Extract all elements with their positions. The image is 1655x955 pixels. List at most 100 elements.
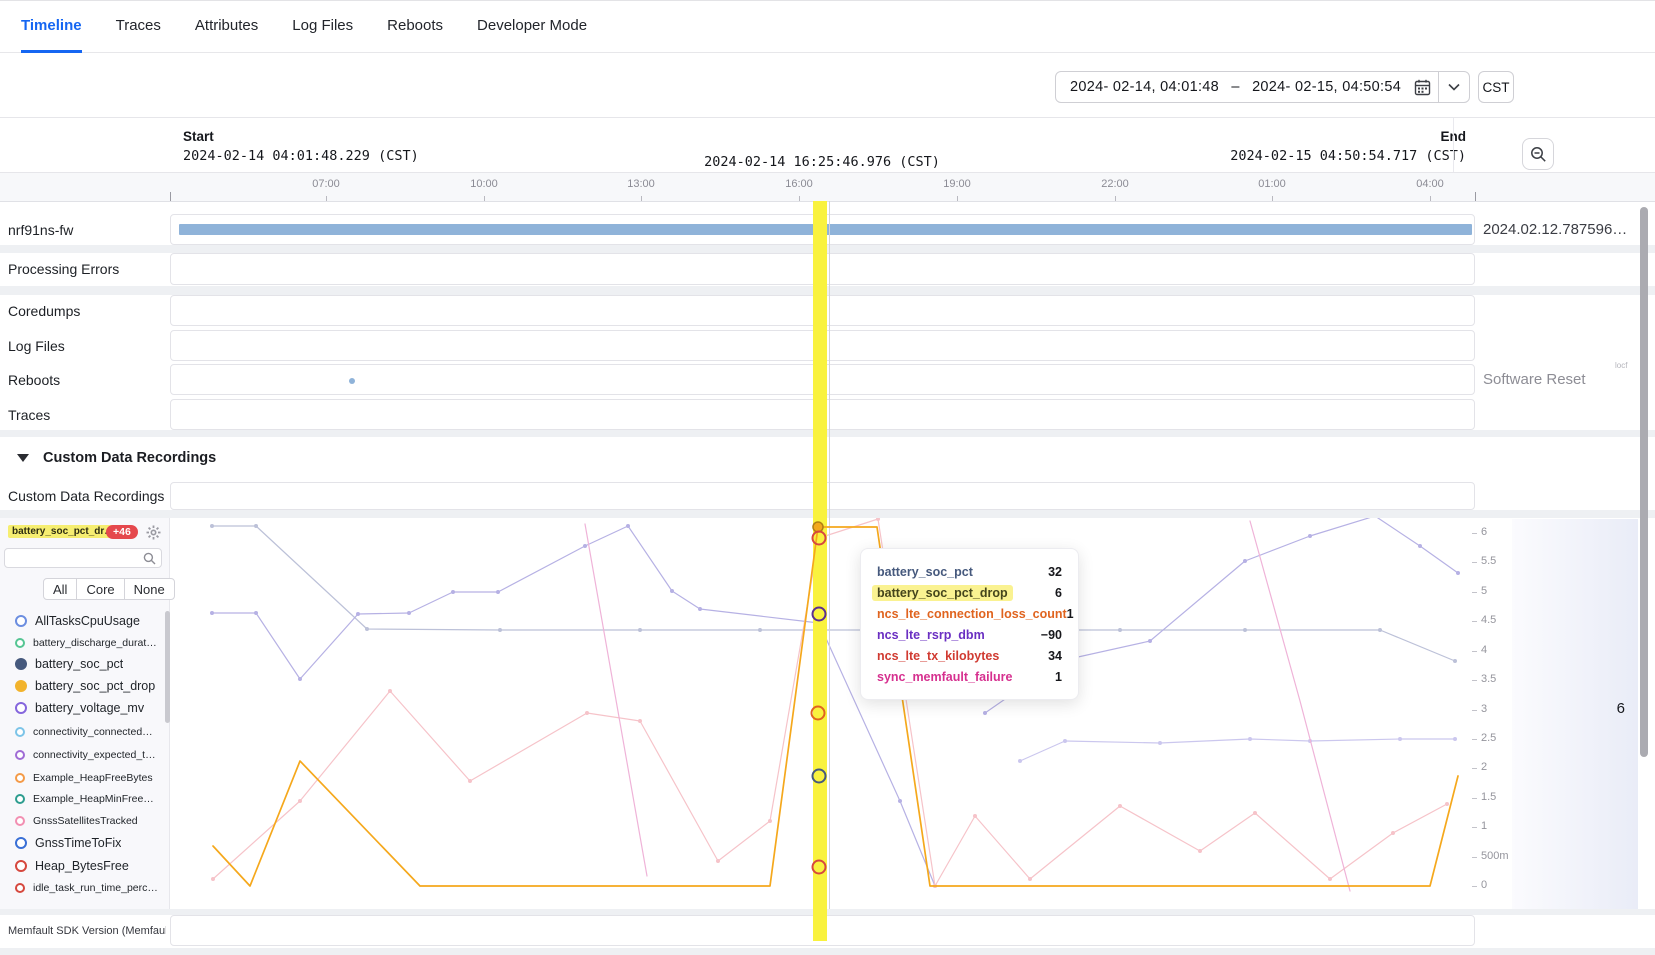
legend-label: GnssTimeToFix bbox=[35, 836, 121, 850]
legend-label: Example_HeapFreeBytes bbox=[33, 772, 153, 784]
filter-button-core[interactable]: Core bbox=[76, 578, 124, 600]
filter-button-none[interactable]: None bbox=[124, 578, 175, 600]
legend-item-connectivity-expected-t[interactable]: connectivity_expected_t… bbox=[0, 744, 162, 766]
metric-search[interactable] bbox=[4, 548, 162, 568]
legend-item-gnsstimetofix[interactable]: GnssTimeToFix bbox=[0, 832, 162, 854]
axis-tick-label: 04:00 bbox=[1408, 178, 1452, 190]
y-tick-label: 5.5 bbox=[1481, 555, 1496, 567]
tooltip-rows: battery_soc_pct32battery_soc_pct_drop6nc… bbox=[877, 561, 1062, 687]
legend-item-battery-discharge-durat[interactable]: battery_discharge_durat… bbox=[0, 632, 162, 654]
selected-metric-chip[interactable]: battery_soc_pct_dr… bbox=[8, 525, 118, 538]
date-range-text[interactable]: 2024- 02-14, 04:01:48 – 2024- 02-15, 04:… bbox=[1056, 79, 1406, 95]
filter-button-all[interactable]: All bbox=[43, 578, 77, 600]
legend-label: connectivity_connected… bbox=[33, 726, 153, 738]
y-tick-label: 5 bbox=[1481, 585, 1487, 597]
tooltip-metric-label: battery_soc_pct bbox=[877, 565, 973, 579]
section-title: Custom Data Recordings bbox=[43, 450, 216, 466]
y-tick-label: 1 bbox=[1481, 820, 1487, 832]
tab-log-files[interactable]: Log Files bbox=[292, 1, 353, 53]
date-range-end: 2024- 02-15, 04:50:54 bbox=[1252, 79, 1401, 95]
cursor-marker-ring bbox=[813, 861, 826, 874]
start-label: Start bbox=[183, 129, 419, 144]
legend-circle-icon bbox=[15, 702, 27, 714]
date-range-picker[interactable]: 2024- 02-14, 04:01:48 – 2024- 02-15, 04:… bbox=[1055, 71, 1470, 103]
row-label-coredumps: Coredumps bbox=[8, 295, 80, 326]
row-value-reboots: Software Reset bbox=[1483, 364, 1586, 395]
legend-item-idle-task-run-time-perc[interactable]: idle_task_run_time_perc… bbox=[0, 877, 162, 899]
row-group-gap bbox=[0, 286, 1655, 295]
start-time: 2024-02-14 04:01:48.229 (CST) bbox=[183, 148, 419, 164]
row-label-traces: Traces bbox=[8, 399, 50, 430]
legend-item-connectivity-connected[interactable]: connectivity_connected… bbox=[0, 721, 162, 743]
tab-reboots[interactable]: Reboots bbox=[387, 1, 443, 53]
collapse-triangle-icon[interactable] bbox=[17, 454, 29, 462]
date-range-start: 2024- 02-14, 04:01:48 bbox=[1070, 79, 1219, 95]
row-label-custom-data-recordings: Custom Data Recordings bbox=[8, 482, 164, 510]
y-tick-label: 2 bbox=[1481, 761, 1487, 773]
row-group-gap bbox=[0, 430, 1655, 437]
legend-item-example-heapfreebytes[interactable]: Example_HeapFreeBytes bbox=[0, 767, 162, 789]
search-input[interactable] bbox=[5, 551, 143, 565]
tooltip-row-ncs-lte-rsrp-dbm: ncs_lte_rsrp_dbm −90 bbox=[877, 624, 1062, 645]
range-start-block: Start 2024-02-14 04:01:48.229 (CST) bbox=[183, 129, 419, 164]
tooltip-metric-label: battery_soc_pct_drop bbox=[872, 585, 1013, 601]
center-time: 2024-02-14 16:25:46.976 (CST) bbox=[704, 154, 940, 170]
legend-item-heap-bytesfree[interactable]: Heap_BytesFree bbox=[0, 855, 162, 877]
tooltip-metric-value: 32 bbox=[1048, 565, 1062, 579]
tab-traces[interactable]: Traces bbox=[116, 1, 161, 53]
axis-tick-mark bbox=[484, 196, 485, 201]
timeline-header: Start 2024-02-14 04:01:48.229 (CST) 2024… bbox=[0, 117, 1655, 173]
tab-developer-mode[interactable]: Developer Mode bbox=[477, 1, 587, 53]
tooltip-row-sync-memfault-failure: sync_memfault_failure1 bbox=[877, 666, 1062, 687]
row-group-gap bbox=[0, 245, 1655, 253]
search-icon[interactable] bbox=[143, 552, 161, 565]
metric-count-badge: +46 bbox=[106, 525, 138, 539]
gear-icon[interactable] bbox=[144, 523, 162, 541]
current-value-label: 6 bbox=[1585, 700, 1625, 717]
zoom-out-button[interactable] bbox=[1522, 138, 1554, 170]
series-line-battery-soc-pct-drop bbox=[213, 527, 1458, 886]
chevron-down-icon[interactable] bbox=[1438, 72, 1469, 102]
date-range-separator: – bbox=[1223, 79, 1247, 95]
legend-label: battery_soc_pct bbox=[35, 657, 123, 671]
axis-tick-label: 10:00 bbox=[462, 178, 506, 190]
legend-label: battery_soc_pct_drop bbox=[35, 679, 155, 693]
axis-tick-label: 19:00 bbox=[935, 178, 979, 190]
row-label-reboots: Reboots bbox=[8, 364, 60, 395]
axis-tick-mark bbox=[1115, 196, 1116, 201]
y-tick-label: 4.5 bbox=[1481, 614, 1496, 626]
legend-item-battery-soc-pct[interactable]: battery_soc_pct bbox=[0, 653, 162, 675]
axis-tick-mark bbox=[1272, 196, 1273, 201]
row-group-gap bbox=[0, 510, 1655, 518]
legend-item-alltaskscpuusage[interactable]: AllTasksCpuUsage bbox=[0, 610, 162, 632]
section-custom-data-recordings[interactable]: Custom Data Recordings bbox=[0, 437, 1655, 479]
legend-item-example-heapminfree[interactable]: Example_HeapMinFree… bbox=[0, 788, 162, 810]
end-label: End bbox=[1230, 129, 1466, 144]
axis-end-bound bbox=[1475, 192, 1476, 201]
axis-tick-label: 07:00 bbox=[304, 178, 348, 190]
y-tick-label: 500m bbox=[1481, 850, 1509, 862]
tooltip-row-ncs-lte-connection-loss-count: ncs_lte_connection_loss_count1 bbox=[877, 603, 1062, 624]
legend-circle-icon bbox=[15, 615, 27, 627]
tooltip-metric-value: 34 bbox=[1048, 649, 1062, 663]
axis-tick-mark bbox=[957, 196, 958, 201]
calendar-icon[interactable] bbox=[1406, 72, 1438, 102]
tooltip-metric-label: ncs_lte_rsrp_dbm bbox=[877, 628, 985, 642]
legend-item-battery-voltage-mv[interactable]: battery_voltage_mv bbox=[0, 697, 162, 719]
legend-circle-icon bbox=[15, 727, 25, 737]
y-tick-label: 1.5 bbox=[1481, 791, 1496, 803]
tab-timeline[interactable]: Timeline bbox=[21, 1, 82, 53]
legend-item-gnsssatellitestracked[interactable]: GnssSatellitesTracked bbox=[0, 810, 162, 832]
legend-item-battery-soc-pct-drop[interactable]: battery_soc_pct_drop bbox=[0, 675, 162, 697]
axis-tick-mark bbox=[799, 196, 800, 201]
axis-tick-label: 13:00 bbox=[619, 178, 663, 190]
tab-attributes[interactable]: Attributes bbox=[195, 1, 258, 53]
axis-tick-mark bbox=[641, 196, 642, 201]
timezone-button[interactable]: CST bbox=[1478, 71, 1514, 103]
legend-circle-icon bbox=[15, 638, 25, 648]
device-timeline-page: Timeline Traces Attributes Log Files Reboots… bbox=[0, 0, 1655, 955]
vertical-scrollbar[interactable] bbox=[1640, 207, 1648, 757]
legend-circle-icon bbox=[15, 816, 25, 826]
tooltip-metric-value: −90 bbox=[1041, 628, 1062, 642]
reboot-event-dot[interactable] bbox=[349, 378, 355, 384]
